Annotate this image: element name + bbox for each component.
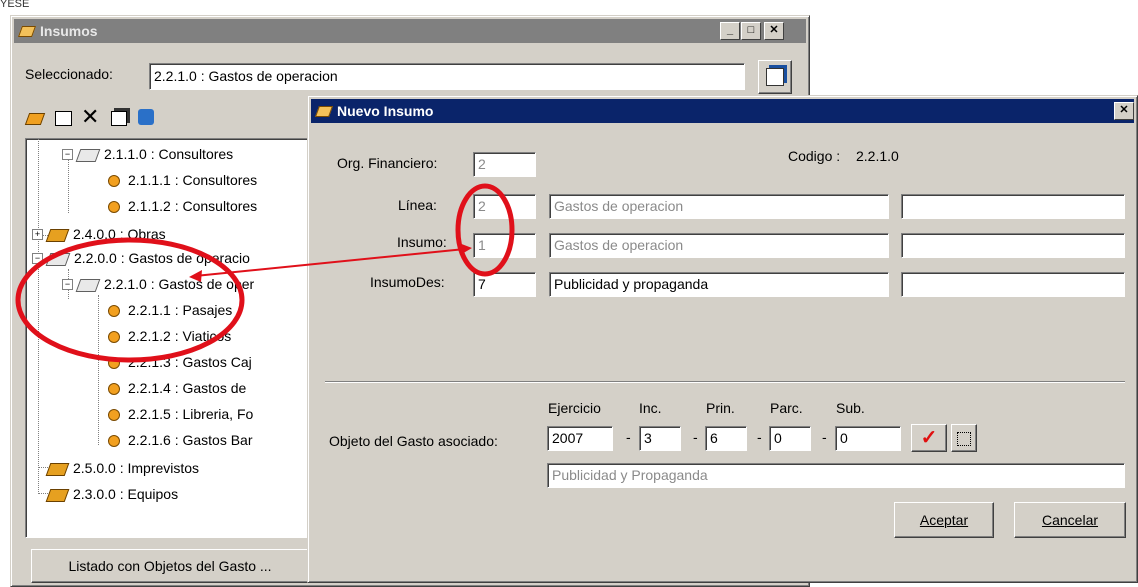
annotation-arrow: [194, 248, 466, 277]
arrowhead-right: [459, 243, 472, 255]
arrowhead-left: [189, 270, 202, 282]
annotation-circle-tree: [15, 237, 245, 363]
annotation-circle-fields: [455, 183, 515, 277]
annotation-layer: [15, 183, 515, 363]
